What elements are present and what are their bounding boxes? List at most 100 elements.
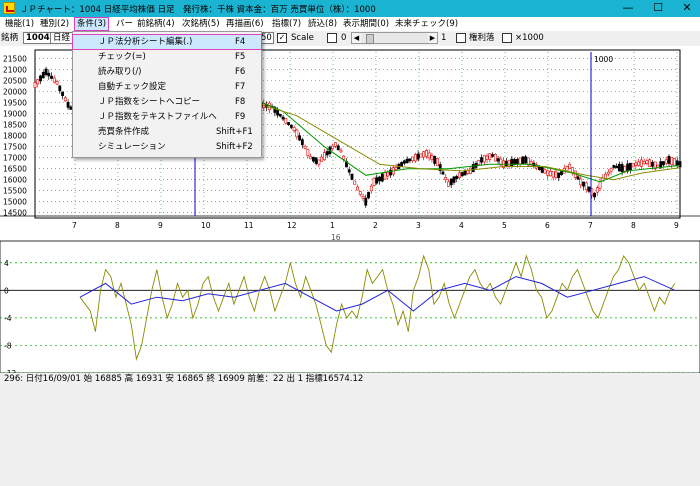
candle-body (645, 160, 649, 164)
menu-item-5[interactable]: 次銘柄(5) (180, 18, 222, 30)
price-x-tick: 12 (287, 221, 297, 230)
dropdown-item-5[interactable]: ＪＰ指数をテキストファイルへ F9 (73, 110, 261, 124)
candle-body (33, 82, 37, 88)
dropdown-item-label: 自動チェック設定 (98, 82, 167, 92)
candle-body (634, 162, 638, 166)
candle-body (452, 176, 456, 183)
price-x-tick: 10 (201, 221, 211, 230)
menu-item-6[interactable]: 再描画(6) (224, 18, 266, 30)
menu-item-3[interactable]: バー (114, 18, 135, 30)
app-chart-icon[interactable] (3, 2, 15, 14)
candle-body (640, 159, 643, 167)
candle-body (331, 145, 335, 150)
price-x-tick: 2 (373, 221, 378, 230)
candle-body (39, 75, 42, 82)
slider-left-icon[interactable]: ◀ (352, 33, 361, 43)
dropdown-item-1[interactable]: チェック(=) F5 (73, 50, 261, 64)
kenri-checkbox[interactable] (456, 33, 466, 43)
candle-body (323, 152, 326, 161)
status-bar: 296: 日付16/09/01 始 16885 高 16931 安 16865 … (0, 374, 700, 385)
candle-body (292, 126, 296, 132)
code-input[interactable]: 1004 (23, 32, 51, 44)
dropdown-item-3[interactable]: 自動チェック設定 F7 (73, 80, 261, 94)
candle-body (361, 196, 365, 199)
menu-item-0[interactable]: 機能(1) (3, 18, 36, 30)
offset-checkbox[interactable] (327, 33, 337, 43)
candle-body (342, 155, 346, 160)
menu-item-4[interactable]: 前銘柄(4) (135, 18, 177, 30)
candle-body (394, 167, 398, 170)
candle-body (488, 153, 492, 160)
candle-body (378, 176, 381, 182)
slider-right-icon[interactable]: ▶ (428, 33, 437, 43)
dropdown-item-6[interactable]: 売買条件作成 Shift+F1 (73, 125, 261, 139)
candle-body (358, 190, 362, 195)
kenri-label: 権利落 (469, 33, 495, 43)
maximize-icon[interactable]: ☐ (645, 0, 671, 17)
price-x-tick: 4 (459, 221, 464, 230)
dropdown-item-7[interactable]: シミュレーション Shift+F2 (73, 140, 261, 154)
price-x-tick: 9 (158, 221, 163, 230)
candle-body (320, 156, 324, 162)
price-y-tick: 21500 (3, 55, 27, 64)
candle-body (469, 167, 472, 174)
minimize-icon[interactable]: — (615, 0, 641, 17)
dropdown-item-label: ＪＰ法分析シート編集(.) (98, 37, 193, 47)
candle-body (380, 173, 384, 182)
candle-body (317, 159, 321, 165)
candle-body (276, 109, 279, 116)
candle-body (538, 166, 541, 170)
candle-body (493, 154, 497, 162)
candle-body (325, 151, 329, 156)
candle-body (543, 169, 547, 174)
menu-item-10[interactable]: 未来チェック(9) (393, 18, 460, 30)
candle-body (375, 177, 379, 184)
slider-thumb[interactable] (366, 34, 374, 44)
candle-body (551, 170, 555, 178)
candle-body (444, 177, 448, 181)
candle-body (334, 142, 337, 147)
candle-body (298, 135, 302, 141)
cursor-value-label: 1000 (594, 55, 613, 64)
menu-item-1[interactable]: 種別(2) (38, 18, 71, 30)
candle-body (524, 156, 528, 164)
candle-body (425, 150, 428, 157)
candle-body (441, 171, 445, 175)
menu-item-8[interactable]: 読込(8) (306, 18, 339, 30)
price-y-tick: 17000 (3, 154, 27, 163)
candle-body (620, 164, 624, 173)
name-input[interactable]: 日経 (50, 32, 73, 44)
price-y-tick: 17500 (3, 143, 27, 152)
candle-body (662, 161, 665, 166)
menu-item-9[interactable]: 表示期間(0) (341, 18, 391, 30)
candle-body (58, 85, 62, 92)
candle-body (628, 162, 632, 171)
candle-body (314, 157, 318, 164)
candle-body (295, 129, 299, 138)
close-icon[interactable]: ✕ (674, 0, 700, 17)
price-y-tick: 21000 (3, 66, 27, 75)
candle-body (568, 163, 572, 170)
candle-body (504, 160, 508, 167)
dropdown-item-label: チェック(=) (98, 52, 146, 62)
menu-item-2[interactable]: 条件(3) (73, 17, 110, 31)
candle-body (336, 145, 340, 151)
dropdown-item-0[interactable]: ＪＰ法分析シート編集(.) F4 (72, 34, 262, 50)
candle-body (648, 159, 652, 167)
candle-body (411, 156, 415, 161)
price-y-tick: 16500 (3, 165, 27, 174)
scale-checkbox[interactable]: ✓ (277, 33, 287, 43)
price-x-tick: 1 (330, 221, 335, 230)
offset-slider[interactable]: ◀ ▶ (351, 32, 438, 44)
candle-body (466, 170, 470, 174)
candle-body (289, 124, 293, 128)
price-y-tick: 20500 (3, 77, 27, 86)
dropdown-item-4[interactable]: ＪＰ指数をシートへコピー F8 (73, 95, 261, 109)
dropdown-item-2[interactable]: 読み取り(/) F6 (73, 65, 261, 79)
candle-body (515, 158, 519, 165)
candle-body (386, 172, 390, 177)
x1000-checkbox[interactable] (502, 33, 512, 43)
candle-body (554, 171, 558, 178)
menu-item-7[interactable]: 指標(7) (270, 18, 303, 30)
oscillator-y-tick: 0 (4, 286, 9, 295)
